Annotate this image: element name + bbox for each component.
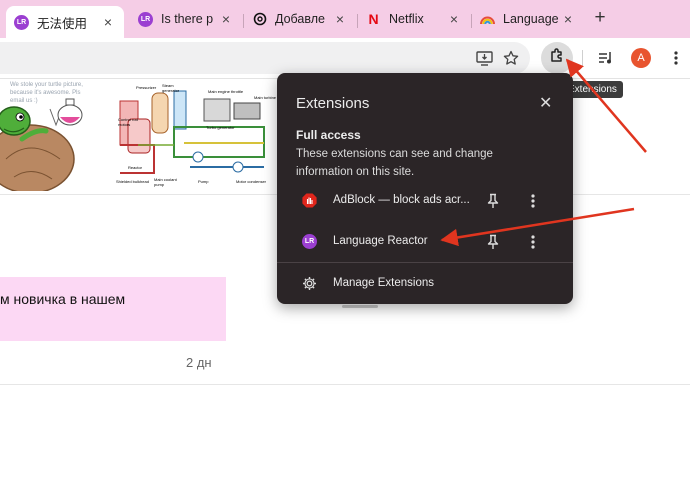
banner-text: м новичка в нашем	[0, 291, 126, 307]
chatgpt-icon	[252, 12, 267, 27]
close-icon[interactable]: ✕	[539, 93, 552, 113]
turtle-image: We stole your turtle picture, because it…	[0, 79, 106, 191]
diagram-label: Pressurizer	[136, 85, 157, 90]
pin-icon[interactable]	[486, 193, 500, 209]
browser-menu-icon[interactable]	[664, 46, 688, 70]
diagram-label: Steam generator	[162, 83, 180, 93]
adblock-icon	[302, 193, 317, 208]
tab-title: 无法使用	[37, 16, 88, 31]
extensions-popup: Extensions ✕ Full access These extension…	[277, 73, 573, 304]
pin-icon[interactable]	[486, 234, 500, 250]
popup-divider	[277, 262, 573, 263]
close-icon[interactable]: ×	[100, 14, 116, 30]
section-description: These extensions can see and change info…	[296, 148, 493, 178]
tab-title: Netflix	[389, 12, 424, 26]
welcome-banner: м новичка в нашем	[0, 277, 226, 341]
diagram-label: Shielded bulkhead	[116, 179, 149, 184]
reactor-diagram: Pressurizer Steam generator Main engine …	[114, 83, 278, 191]
diagram-label: Main engine throttle	[208, 89, 244, 94]
popup-title: Extensions	[296, 95, 370, 112]
tab-title: Добавле	[275, 12, 325, 26]
close-icon[interactable]: ×	[218, 11, 234, 27]
profile-avatar[interactable]: A	[631, 48, 651, 68]
diagram-label: Turbo generator	[206, 125, 235, 130]
diagram-label: Reactor	[128, 165, 143, 170]
extensions-button[interactable]	[541, 42, 573, 74]
extension-item-language-reactor[interactable]: LR Language Reactor	[277, 225, 573, 259]
section-title: Full access	[296, 128, 361, 142]
close-icon[interactable]: ×	[446, 11, 462, 27]
tab-1[interactable]: LR Is there p ×	[130, 6, 242, 32]
address-bar[interactable]	[0, 42, 530, 74]
turtle-drawing	[0, 98, 83, 191]
avatar-letter: A	[637, 52, 645, 64]
rainbow-icon	[480, 12, 495, 27]
scroll-indicator	[342, 305, 378, 308]
tab-0[interactable]: LR 无法使用 ×	[6, 6, 124, 38]
more-options-icon[interactable]	[527, 192, 539, 210]
extension-name: AdBlock — block ads acr...	[333, 194, 470, 206]
gear-icon	[302, 276, 317, 291]
diagram-label: Motor condenser	[236, 179, 267, 184]
extension-item-adblock[interactable]: AdBlock — block ads acr...	[277, 184, 573, 218]
manage-extensions-label: Manage Extensions	[333, 277, 435, 289]
diagram-label: Main turbine	[254, 95, 277, 100]
post-age: 2 дн	[186, 355, 212, 370]
netflix-icon: N	[368, 11, 379, 27]
close-icon[interactable]: ×	[332, 11, 348, 27]
puzzle-icon	[549, 47, 565, 69]
diagram-label: Control rod motors	[118, 117, 138, 127]
tab-3[interactable]: N Netflix ×	[358, 6, 470, 32]
tab-strip: LR 无法使用 × LR Is there p × Добавле × N Ne…	[0, 0, 690, 38]
manage-extensions-button[interactable]: Manage Extensions	[277, 267, 573, 301]
tab-title: Is there p	[161, 12, 214, 26]
close-icon[interactable]: ×	[560, 11, 576, 27]
extension-name: Language Reactor	[333, 235, 428, 247]
language-reactor-icon: LR	[14, 14, 29, 30]
tab-2[interactable]: Добавле ×	[244, 6, 356, 32]
tab-4[interactable]: Language ×	[472, 6, 584, 32]
diagram-label: Main coolant pump	[154, 177, 177, 187]
language-reactor-icon: LR	[138, 11, 153, 27]
install-app-icon[interactable]	[472, 46, 496, 70]
new-tab-button[interactable]: +	[590, 8, 610, 28]
more-options-icon[interactable]	[527, 233, 539, 251]
toolbar-divider	[582, 50, 583, 66]
content-divider	[0, 384, 690, 385]
media-control-icon[interactable]	[594, 46, 618, 70]
bookmark-star-icon[interactable]	[499, 46, 523, 70]
language-reactor-icon: LR	[302, 234, 317, 249]
diagram-label: Pump	[198, 179, 209, 184]
tab-title: Language	[503, 12, 559, 26]
